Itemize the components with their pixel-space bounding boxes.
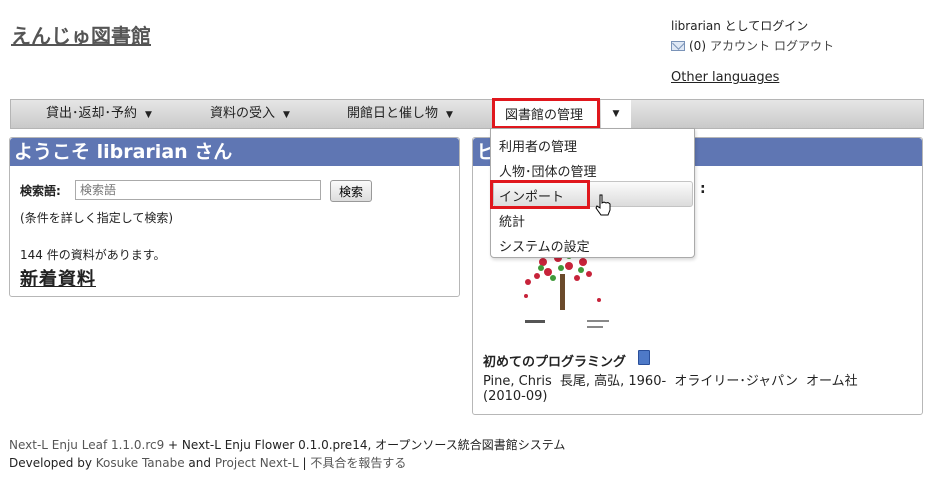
login-box: librarian としてログイン (0) アカウント ログアウト xyxy=(671,16,834,56)
message-count: (0) xyxy=(689,39,706,53)
leaf-link[interactable]: Next-L Enju Leaf 1.1.0.rc9 xyxy=(9,438,164,452)
menu-item-statistics[interactable]: 統計 xyxy=(499,211,525,230)
menu-item-agent-management[interactable]: 人物･団体の管理 xyxy=(499,161,597,180)
chevron-down-icon: ▼ xyxy=(145,110,152,120)
menu-library-management[interactable]: 図書館の管理 xyxy=(492,98,600,129)
menu-item-user-management[interactable]: 利用者の管理 xyxy=(499,136,577,155)
menu-events[interactable]: 開館日と催し物 ▼ xyxy=(347,100,453,128)
library-management-dropdown: 利用者の管理 人物･団体の管理 インポート 統計 システムの設定 xyxy=(490,128,695,258)
author-credit-link[interactable]: Kosuke Tanabe xyxy=(96,456,185,470)
book-year: (2010-09) xyxy=(483,389,548,404)
logout-link[interactable]: ログアウト xyxy=(774,36,834,56)
hand-pointer-icon xyxy=(595,194,611,216)
menu-events-label: 開館日と催し物 xyxy=(347,106,439,121)
advanced-search-link[interactable]: 条件を詳しく指定して検索 xyxy=(25,211,169,225)
footer-system-text: , オープンソース統合図書館システム xyxy=(367,438,566,452)
account-row: (0) アカウント ログアウト xyxy=(671,36,834,56)
book-title-link[interactable]: 初めてのプログラミング xyxy=(483,351,626,370)
account-link[interactable]: アカウント xyxy=(710,36,770,56)
chevron-down-icon[interactable]: ▼ xyxy=(601,100,631,128)
publisher-link[interactable]: オライリー･ジャパン xyxy=(674,374,798,389)
search-label-text: 検索語 xyxy=(20,184,57,198)
menu-circulation[interactable]: 貸出･返却･予約 ▼ xyxy=(46,100,152,128)
footer-plus: + xyxy=(164,438,182,452)
item-count-text: 144 件の資料があります。 xyxy=(20,248,166,262)
import-highlight-box xyxy=(490,180,590,209)
chevron-down-icon: ▼ xyxy=(283,110,290,120)
search-button[interactable]: 検索 xyxy=(330,180,372,202)
menu-item-system-settings[interactable]: システムの設定 xyxy=(499,236,590,255)
welcome-panel: ようこそ librarian さん 検索語: 検索 (条件を詳しく指定して検索)… xyxy=(9,137,460,297)
footer: Next-L Enju Leaf 1.1.0.rc9 + Next-L Enju… xyxy=(9,436,565,472)
author-link[interactable]: 長尾, 高弘, 1960- xyxy=(560,374,666,389)
search-label-colon: : xyxy=(56,184,61,198)
book-icon xyxy=(638,350,650,365)
project-link[interactable]: Project Next-L xyxy=(215,456,299,470)
footer-developed-by: Developed by xyxy=(9,456,96,470)
adv-close-paren: ) xyxy=(168,211,174,225)
advanced-search: (条件を詳しく指定して検索) xyxy=(20,209,173,226)
menu-acquisition-label: 資料の受入 xyxy=(210,106,276,121)
other-languages-link[interactable]: Other languages xyxy=(671,70,779,85)
menu-library-management-label: 図書館の管理 xyxy=(505,108,584,123)
report-bug-link[interactable]: 不具合を報告する xyxy=(310,456,406,470)
publisher-link[interactable]: オーム社 xyxy=(806,374,858,389)
menu-circulation-label: 貸出･返却･予約 xyxy=(46,106,138,121)
menu-acquisition[interactable]: 資料の受入 ▼ xyxy=(210,100,290,128)
book-authors: Pine, Chris 長尾, 高弘, 1960- オライリー･ジャパン オーム… xyxy=(483,370,862,389)
pickup-colon: : xyxy=(700,181,706,197)
footer-line-1: Next-L Enju Leaf 1.1.0.rc9 + Next-L Enju… xyxy=(9,436,565,454)
search-label: 検索語: xyxy=(20,182,61,199)
search-input[interactable] xyxy=(75,180,321,200)
new-items-link[interactable]: 新着資料 xyxy=(20,265,96,291)
footer-separator: | xyxy=(298,456,311,470)
envelope-icon[interactable] xyxy=(671,41,685,51)
footer-and: and xyxy=(184,456,215,470)
flower-link[interactable]: Next-L Enju Flower 0.1.0.pre14 xyxy=(182,438,368,452)
welcome-title: ようこそ librarian さん xyxy=(10,138,459,166)
site-title[interactable]: えんじゅ図書館 xyxy=(11,20,151,49)
chevron-down-icon: ▼ xyxy=(446,110,453,120)
footer-line-2: Developed by Kosuke Tanabe and Project N… xyxy=(9,454,565,472)
login-status: librarian としてログイン xyxy=(671,19,809,33)
author-link[interactable]: Pine, Chris xyxy=(483,374,552,389)
main-menubar: 貸出･返却･予約 ▼ 資料の受入 ▼ 開館日と催し物 ▼ 図書館の管理 ▼ xyxy=(10,98,924,129)
